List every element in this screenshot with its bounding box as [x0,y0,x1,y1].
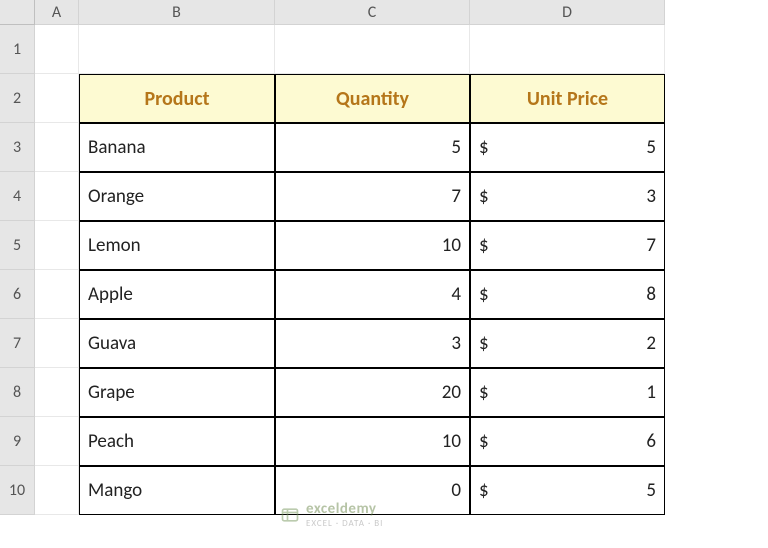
col-header-C[interactable]: C [275,0,470,25]
cell[interactable] [35,123,79,172]
cell-product[interactable]: Banana [79,123,275,172]
cell[interactable] [35,417,79,466]
row-header[interactable]: 6 [0,270,35,319]
row-header[interactable]: 9 [0,417,35,466]
row-header[interactable]: 8 [0,368,35,417]
cell-price[interactable]: $5 [470,123,665,172]
col-header-B[interactable]: B [79,0,275,25]
cell-quantity[interactable]: 20 [275,368,470,417]
row-header[interactable]: 7 [0,319,35,368]
cell-product[interactable]: Mango [79,466,275,515]
cell[interactable] [35,368,79,417]
cell-quantity[interactable]: 7 [275,172,470,221]
cell-product[interactable]: Apple [79,270,275,319]
row-header[interactable]: 4 [0,172,35,221]
cell-price[interactable]: $7 [470,221,665,270]
price-value: 6 [646,430,656,453]
row-header[interactable]: 1 [0,25,35,74]
cell[interactable] [35,172,79,221]
cell[interactable] [35,270,79,319]
currency-symbol: $ [479,332,489,355]
cell-price[interactable]: $2 [470,319,665,368]
table-header-price[interactable]: Unit Price [470,74,665,123]
cell-product[interactable]: Lemon [79,221,275,270]
price-value: 1 [646,381,656,404]
currency-symbol: $ [479,234,489,257]
price-value: 2 [646,332,656,355]
watermark-tag: EXCEL · DATA · BI [306,518,383,529]
table-header-product[interactable]: Product [79,74,275,123]
cell[interactable] [79,25,275,74]
spreadsheet: A B C D 1 2 Product Quantity Unit Price … [0,0,768,515]
select-all-corner[interactable] [0,0,35,25]
cell-quantity[interactable]: 5 [275,123,470,172]
cell[interactable] [35,319,79,368]
cell[interactable] [35,466,79,515]
cell[interactable] [470,25,665,74]
row-header[interactable]: 3 [0,123,35,172]
cell-quantity[interactable]: 4 [275,270,470,319]
cell-product[interactable]: Grape [79,368,275,417]
cell-price[interactable]: $6 [470,417,665,466]
cell-quantity[interactable]: 10 [275,221,470,270]
currency-symbol: $ [479,479,489,502]
row-header[interactable]: 10 [0,466,35,515]
cell-product[interactable]: Orange [79,172,275,221]
price-value: 5 [646,479,656,502]
cell[interactable] [35,221,79,270]
currency-symbol: $ [479,136,489,159]
table-header-quantity[interactable]: Quantity [275,74,470,123]
cell-quantity[interactable]: 0 [275,466,470,515]
row-header[interactable]: 5 [0,221,35,270]
cell[interactable] [35,74,79,123]
cell-price[interactable]: $8 [470,270,665,319]
currency-symbol: $ [479,185,489,208]
cell-product[interactable]: Guava [79,319,275,368]
cell-quantity[interactable]: 3 [275,319,470,368]
col-header-D[interactable]: D [470,0,665,25]
currency-symbol: $ [479,430,489,453]
cell-quantity[interactable]: 10 [275,417,470,466]
cell-price[interactable]: $5 [470,466,665,515]
currency-symbol: $ [479,381,489,404]
cell[interactable] [275,25,470,74]
cell-product[interactable]: Peach [79,417,275,466]
price-value: 8 [646,283,656,306]
cell[interactable] [35,25,79,74]
col-header-A[interactable]: A [35,0,79,25]
price-value: 5 [646,136,656,159]
currency-symbol: $ [479,283,489,306]
cell-price[interactable]: $1 [470,368,665,417]
row-header[interactable]: 2 [0,74,35,123]
cell-price[interactable]: $3 [470,172,665,221]
price-value: 7 [646,234,656,257]
price-value: 3 [646,185,656,208]
